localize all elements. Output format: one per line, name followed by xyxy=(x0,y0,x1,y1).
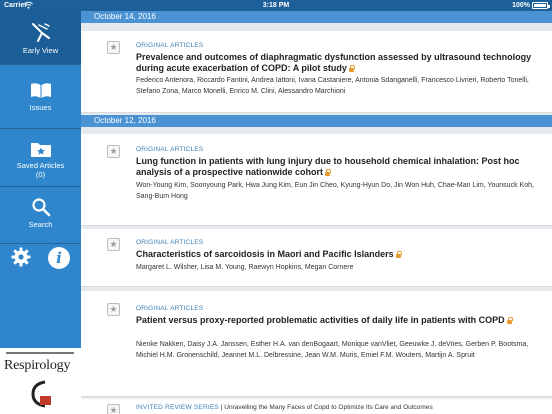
book-icon xyxy=(30,83,51,98)
star-icon[interactable]: ★ xyxy=(107,238,120,251)
sidebar-item-label: Issues xyxy=(29,103,52,112)
article-title-text: Unravelling the Many Faces of Copd to Op… xyxy=(224,404,433,411)
article-authors: Won-Young Kim, Soonyoung Park, Hwa Jung … xyxy=(136,182,534,200)
lock-icon xyxy=(506,317,513,324)
article-type: ORIGINAL ARTICLES xyxy=(136,305,204,312)
logo-tagline-rule xyxy=(6,352,74,354)
star-icon[interactable]: ★ xyxy=(107,41,120,54)
article-title[interactable]: Patient versus proxy-reported problemati… xyxy=(136,315,541,326)
article-card[interactable]: ★ ORIGINAL ARTICLES Prevalence and outco… xyxy=(81,31,552,113)
lock-icon xyxy=(348,65,355,72)
star-icon[interactable]: ★ xyxy=(107,303,120,316)
sidebar-item-issues[interactable]: Issues xyxy=(0,66,81,129)
date-header: October 12, 2016 xyxy=(81,115,552,127)
article-authors: Margaret L. Wilsher, Lisa M. Young, Raew… xyxy=(136,264,354,271)
lock-icon xyxy=(325,169,332,176)
article-title-text: Patient versus proxy-reported problemati… xyxy=(136,315,505,325)
article-type: ORIGINAL ARTICLES xyxy=(136,42,204,49)
article-title[interactable]: Characteristics of sarcoidosis in Maori … xyxy=(136,249,541,260)
journal-logo: Respirology xyxy=(0,348,81,414)
info-icon[interactable]: i xyxy=(48,247,70,269)
society-logo-icon xyxy=(31,380,51,408)
article-type: ORIGINAL ARTICLES xyxy=(136,239,204,246)
sidebar-tools: i xyxy=(0,247,81,287)
article-type: ORIGINAL ARTICLES xyxy=(136,146,204,153)
logo-wordmark: Respirology xyxy=(4,358,71,373)
date-header: October 14, 2016 xyxy=(81,11,552,23)
battery-percent: 100% xyxy=(512,2,530,9)
saved-folder-icon xyxy=(30,143,51,157)
early-view-icon xyxy=(31,23,50,42)
search-icon xyxy=(31,198,50,217)
article-summary-line[interactable]: INVITED REVIEW SERIES | Unravelling the … xyxy=(136,404,433,411)
sidebar-item-search[interactable]: Search xyxy=(0,188,81,244)
saved-articles-count: (0) xyxy=(35,170,46,179)
lock-icon xyxy=(395,251,402,258)
article-title-text: Characteristics of sarcoidosis in Maori … xyxy=(136,249,394,259)
sidebar-item-label: Early View xyxy=(22,46,59,55)
article-card[interactable]: ★ ORIGINAL ARTICLES Characteristics of s… xyxy=(81,229,552,287)
article-title[interactable]: Prevalence and outcomes of diaphragmatic… xyxy=(136,52,541,74)
star-icon[interactable]: ★ xyxy=(107,404,120,414)
article-card[interactable]: ★ INVITED REVIEW SERIES | Unravelling th… xyxy=(81,399,552,414)
article-list[interactable]: October 14, 2016 ★ ORIGINAL ARTICLES Pre… xyxy=(81,11,552,414)
star-icon[interactable]: ★ xyxy=(107,145,120,158)
gear-icon[interactable] xyxy=(11,247,31,267)
sidebar-item-early-view[interactable]: Early View xyxy=(0,11,81,65)
sidebar-item-saved-articles[interactable]: Saved Articles (0) xyxy=(0,130,81,187)
article-type: INVITED REVIEW SERIES xyxy=(136,404,219,411)
sidebar-item-label: Saved Articles xyxy=(16,161,65,170)
clock: 3:18 PM xyxy=(262,2,290,9)
article-authors: Federico Antenora, Riccardo Fantini, And… xyxy=(136,77,529,95)
sidebar: Early View Issues Saved Articles (0) Sea… xyxy=(0,11,81,414)
battery-icon xyxy=(532,2,550,9)
article-card[interactable]: ★ ORIGINAL ARTICLES Patient versus proxy… xyxy=(81,291,552,397)
article-title-text: Prevalence and outcomes of diaphragmatic… xyxy=(136,52,532,73)
article-authors: Nienke Nakken, Daisy J.A. Janssen, Esthe… xyxy=(136,341,529,359)
article-title[interactable]: Lung function in patients with lung inju… xyxy=(136,156,541,178)
sidebar-item-label: Search xyxy=(28,220,53,229)
article-card[interactable]: ★ ORIGINAL ARTICLES Lung function in pat… xyxy=(81,134,552,226)
status-bar: Carrier 3:18 PM 100% xyxy=(0,0,552,11)
